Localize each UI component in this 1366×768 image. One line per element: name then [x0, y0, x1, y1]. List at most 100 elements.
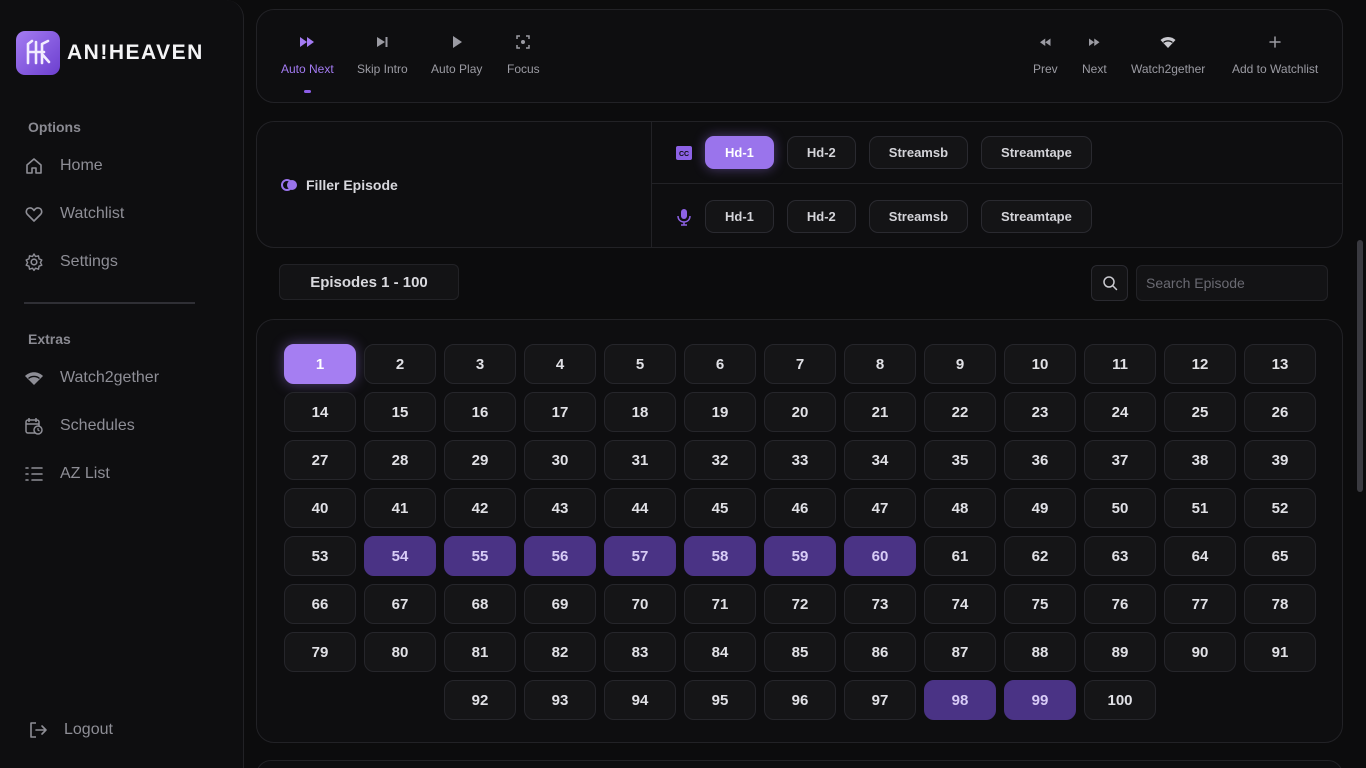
- episode-button-83[interactable]: 83: [604, 632, 676, 672]
- episode-button-84[interactable]: 84: [684, 632, 756, 672]
- brand-logo[interactable]: AN!HEAVEN: [16, 31, 204, 75]
- dub-server-streamtape[interactable]: Streamtape: [981, 200, 1092, 233]
- sub-server-hd-1[interactable]: Hd-1: [705, 136, 774, 169]
- episode-button-33[interactable]: 33: [764, 440, 836, 480]
- focus-toggle[interactable]: Focus: [507, 34, 540, 76]
- episode-button-63[interactable]: 63: [1084, 536, 1156, 576]
- episode-button-19[interactable]: 19: [684, 392, 756, 432]
- episode-button-5[interactable]: 5: [604, 344, 676, 384]
- episode-button-44[interactable]: 44: [604, 488, 676, 528]
- episode-button-13[interactable]: 13: [1244, 344, 1316, 384]
- episode-button-38[interactable]: 38: [1164, 440, 1236, 480]
- sub-server-streamsb[interactable]: Streamsb: [868, 136, 969, 169]
- auto-next-toggle[interactable]: Auto Next: [281, 34, 334, 76]
- episode-button-42[interactable]: 42: [444, 488, 516, 528]
- episode-button-21[interactable]: 21: [844, 392, 916, 432]
- episode-button-81[interactable]: 81: [444, 632, 516, 672]
- episode-button-46[interactable]: 46: [764, 488, 836, 528]
- episode-button-55[interactable]: 55: [444, 536, 516, 576]
- sub-server-streamtape[interactable]: Streamtape: [981, 136, 1092, 169]
- episode-button-90[interactable]: 90: [1164, 632, 1236, 672]
- episode-button-71[interactable]: 71: [684, 584, 756, 624]
- episode-button-14[interactable]: 14: [284, 392, 356, 432]
- episode-button-59[interactable]: 59: [764, 536, 836, 576]
- episode-button-18[interactable]: 18: [604, 392, 676, 432]
- episode-button-7[interactable]: 7: [764, 344, 836, 384]
- episode-button-22[interactable]: 22: [924, 392, 996, 432]
- dub-server-streamsb[interactable]: Streamsb: [868, 200, 969, 233]
- episode-button-29[interactable]: 29: [444, 440, 516, 480]
- episode-button-48[interactable]: 48: [924, 488, 996, 528]
- episode-button-74[interactable]: 74: [924, 584, 996, 624]
- episode-button-41[interactable]: 41: [364, 488, 436, 528]
- episode-button-34[interactable]: 34: [844, 440, 916, 480]
- episode-button-95[interactable]: 95: [684, 680, 756, 720]
- episode-button-36[interactable]: 36: [1004, 440, 1076, 480]
- episode-button-25[interactable]: 25: [1164, 392, 1236, 432]
- episode-button-64[interactable]: 64: [1164, 536, 1236, 576]
- episode-button-76[interactable]: 76: [1084, 584, 1156, 624]
- episode-button-50[interactable]: 50: [1084, 488, 1156, 528]
- episode-button-39[interactable]: 39: [1244, 440, 1316, 480]
- auto-play-toggle[interactable]: Auto Play: [431, 34, 482, 76]
- episode-button-65[interactable]: 65: [1244, 536, 1316, 576]
- sidebar-item-az-list[interactable]: AZ List: [24, 460, 110, 488]
- episode-button-89[interactable]: 89: [1084, 632, 1156, 672]
- episode-button-96[interactable]: 96: [764, 680, 836, 720]
- episode-button-56[interactable]: 56: [524, 536, 596, 576]
- prev-episode-button[interactable]: Prev: [1033, 34, 1058, 76]
- episode-button-35[interactable]: 35: [924, 440, 996, 480]
- episode-button-40[interactable]: 40: [284, 488, 356, 528]
- episode-button-28[interactable]: 28: [364, 440, 436, 480]
- episode-button-87[interactable]: 87: [924, 632, 996, 672]
- sidebar-item-schedules[interactable]: Schedules: [24, 412, 135, 440]
- sidebar-item-watch2gether[interactable]: Watch2gether: [24, 364, 159, 392]
- episode-button-98[interactable]: 98: [924, 680, 996, 720]
- episode-button-79[interactable]: 79: [284, 632, 356, 672]
- episode-button-72[interactable]: 72: [764, 584, 836, 624]
- episode-button-52[interactable]: 52: [1244, 488, 1316, 528]
- episode-button-80[interactable]: 80: [364, 632, 436, 672]
- episode-button-10[interactable]: 10: [1004, 344, 1076, 384]
- episode-range-select[interactable]: Episodes 1 - 100: [279, 264, 459, 300]
- episode-button-61[interactable]: 61: [924, 536, 996, 576]
- logout-button[interactable]: Logout: [28, 716, 113, 744]
- episode-button-73[interactable]: 73: [844, 584, 916, 624]
- episode-button-1[interactable]: 1: [284, 344, 356, 384]
- episode-button-12[interactable]: 12: [1164, 344, 1236, 384]
- add-to-watchlist-button[interactable]: Add to Watchlist: [1232, 34, 1318, 76]
- episode-button-88[interactable]: 88: [1004, 632, 1076, 672]
- episode-button-8[interactable]: 8: [844, 344, 916, 384]
- episode-button-15[interactable]: 15: [364, 392, 436, 432]
- sidebar-item-settings[interactable]: Settings: [24, 248, 118, 276]
- episode-button-78[interactable]: 78: [1244, 584, 1316, 624]
- watch2gether-button[interactable]: Watch2gether: [1131, 34, 1205, 76]
- episode-button-70[interactable]: 70: [604, 584, 676, 624]
- episode-button-47[interactable]: 47: [844, 488, 916, 528]
- episode-button-53[interactable]: 53: [284, 536, 356, 576]
- episode-button-31[interactable]: 31: [604, 440, 676, 480]
- episode-button-54[interactable]: 54: [364, 536, 436, 576]
- episode-button-75[interactable]: 75: [1004, 584, 1076, 624]
- episode-button-99[interactable]: 99: [1004, 680, 1076, 720]
- episode-button-93[interactable]: 93: [524, 680, 596, 720]
- episode-button-97[interactable]: 97: [844, 680, 916, 720]
- episode-button-62[interactable]: 62: [1004, 536, 1076, 576]
- episode-button-2[interactable]: 2: [364, 344, 436, 384]
- episode-button-51[interactable]: 51: [1164, 488, 1236, 528]
- skip-intro-toggle[interactable]: Skip Intro: [357, 34, 408, 76]
- episode-button-45[interactable]: 45: [684, 488, 756, 528]
- sidebar-item-watchlist[interactable]: Watchlist: [24, 200, 124, 228]
- dub-server-hd-2[interactable]: Hd-2: [786, 200, 856, 233]
- episode-button-91[interactable]: 91: [1244, 632, 1316, 672]
- episode-button-67[interactable]: 67: [364, 584, 436, 624]
- episode-button-69[interactable]: 69: [524, 584, 596, 624]
- search-button[interactable]: [1091, 265, 1128, 301]
- episode-button-23[interactable]: 23: [1004, 392, 1076, 432]
- episode-button-17[interactable]: 17: [524, 392, 596, 432]
- episode-button-58[interactable]: 58: [684, 536, 756, 576]
- episode-button-26[interactable]: 26: [1244, 392, 1316, 432]
- episode-button-86[interactable]: 86: [844, 632, 916, 672]
- episode-button-16[interactable]: 16: [444, 392, 516, 432]
- episode-button-3[interactable]: 3: [444, 344, 516, 384]
